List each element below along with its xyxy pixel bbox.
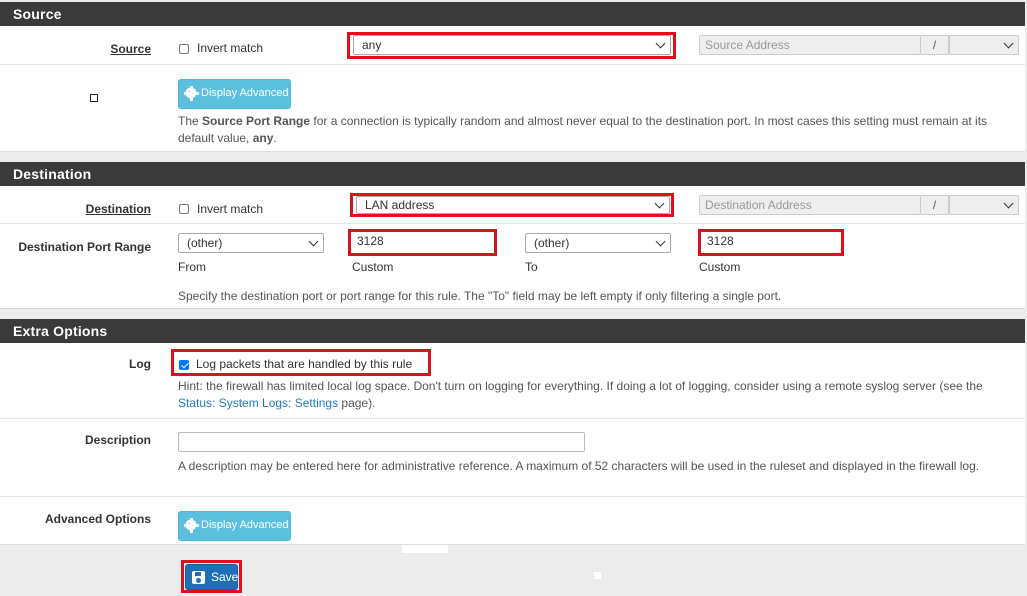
source-display-advanced-label: Display Advanced [201, 87, 289, 99]
port-to-select-value: (other) [534, 236, 570, 250]
chevron-down-icon [655, 236, 666, 247]
port-from-select[interactable]: (other) [178, 233, 324, 253]
source-panel-heading: Source [0, 2, 1025, 26]
log-highlight [171, 349, 431, 376]
source-panel: Source Source Invert match any Source Ad… [0, 2, 1025, 152]
description-help: A description may be entered here for ad… [178, 459, 980, 473]
help-text: Hint: the firewall has limited local log… [178, 379, 983, 393]
log-row: Log Log packets that are handled by this… [0, 343, 1025, 419]
source-address-input[interactable]: Source Address [699, 35, 921, 55]
port-to-custom-label: Custom [699, 260, 741, 274]
description-input[interactable] [178, 432, 585, 452]
port-from-custom-label: Custom [352, 260, 394, 274]
gear-icon [184, 517, 198, 533]
source-mask-slash: / [921, 35, 949, 55]
description-row: Description A description may be entered… [0, 419, 1025, 497]
chevron-down-icon [1003, 198, 1014, 209]
extra-options-panel: Extra Options Log Log packets that are h… [0, 319, 1025, 545]
port-to-custom-highlight [698, 229, 844, 256]
source-mask-select[interactable] [949, 35, 1019, 55]
chevron-down-icon [1003, 38, 1014, 49]
destination-invert-checkbox[interactable] [179, 204, 189, 214]
help-bold: Source Port Range [202, 114, 311, 128]
gear-icon [184, 85, 198, 101]
destination-mask-select[interactable] [949, 195, 1019, 215]
source-port-help: The Source Port Range for a connection i… [178, 113, 1018, 147]
source-invert-label: Invert match [197, 41, 264, 55]
help-text: page). [338, 396, 376, 410]
port-from-label: From [178, 260, 206, 274]
destination-port-help: Specify the destination port or port ran… [178, 289, 782, 303]
port-from-custom-highlight [348, 229, 497, 256]
help-text: . [273, 131, 277, 145]
system-logs-settings-link[interactable]: Status: System Logs: Settings [178, 396, 338, 410]
destination-label: Destination [85, 202, 151, 216]
description-label: Description [84, 433, 151, 447]
source-invert-checkbox[interactable] [179, 44, 189, 54]
source-row: Source Invert match any Source Address / [0, 26, 1025, 65]
log-label: Log [129, 357, 151, 371]
destination-type-highlight [350, 193, 674, 217]
port-from-select-value: (other) [187, 236, 223, 250]
destination-address-input[interactable]: Destination Address [699, 195, 921, 215]
source-label: Source [110, 42, 151, 56]
destination-invert-label: Invert match [197, 202, 264, 216]
source-port-row: Display Advanced The Source Port Range f… [0, 65, 1025, 152]
advanced-options-label: Advanced Options [44, 512, 151, 526]
source-type-highlight [347, 32, 676, 59]
port-to-select[interactable]: (other) [525, 233, 671, 253]
destination-mask-slash: / [921, 195, 949, 215]
help-bold: any [252, 131, 274, 145]
chevron-down-icon [308, 236, 319, 247]
help-text: The [178, 114, 203, 128]
port-to-label: To [525, 260, 538, 274]
overlay-fragment [402, 545, 448, 553]
extra-display-advanced-button[interactable]: Display Advanced [178, 511, 291, 541]
log-hint: Hint: the firewall has limited local log… [178, 378, 1018, 412]
extra-display-advanced-label: Display Advanced [201, 519, 289, 531]
extra-options-panel-heading: Extra Options [0, 319, 1025, 343]
source-advanced-checkbox[interactable] [90, 94, 98, 102]
destination-port-row: Destination Port Range (other) From 3128… [0, 224, 1025, 309]
advanced-options-row: Advanced Options Display Advanced [0, 497, 1025, 545]
source-display-advanced-button[interactable]: Display Advanced [178, 79, 291, 109]
destination-port-range-label: Destination Port Range [18, 240, 151, 254]
overlay-fragment [594, 572, 601, 579]
save-highlight [181, 560, 242, 593]
destination-row: Destination Invert match LAN address Des… [0, 186, 1025, 224]
destination-panel-heading: Destination [0, 162, 1025, 186]
destination-panel: Destination Destination Invert match LAN… [0, 162, 1025, 309]
